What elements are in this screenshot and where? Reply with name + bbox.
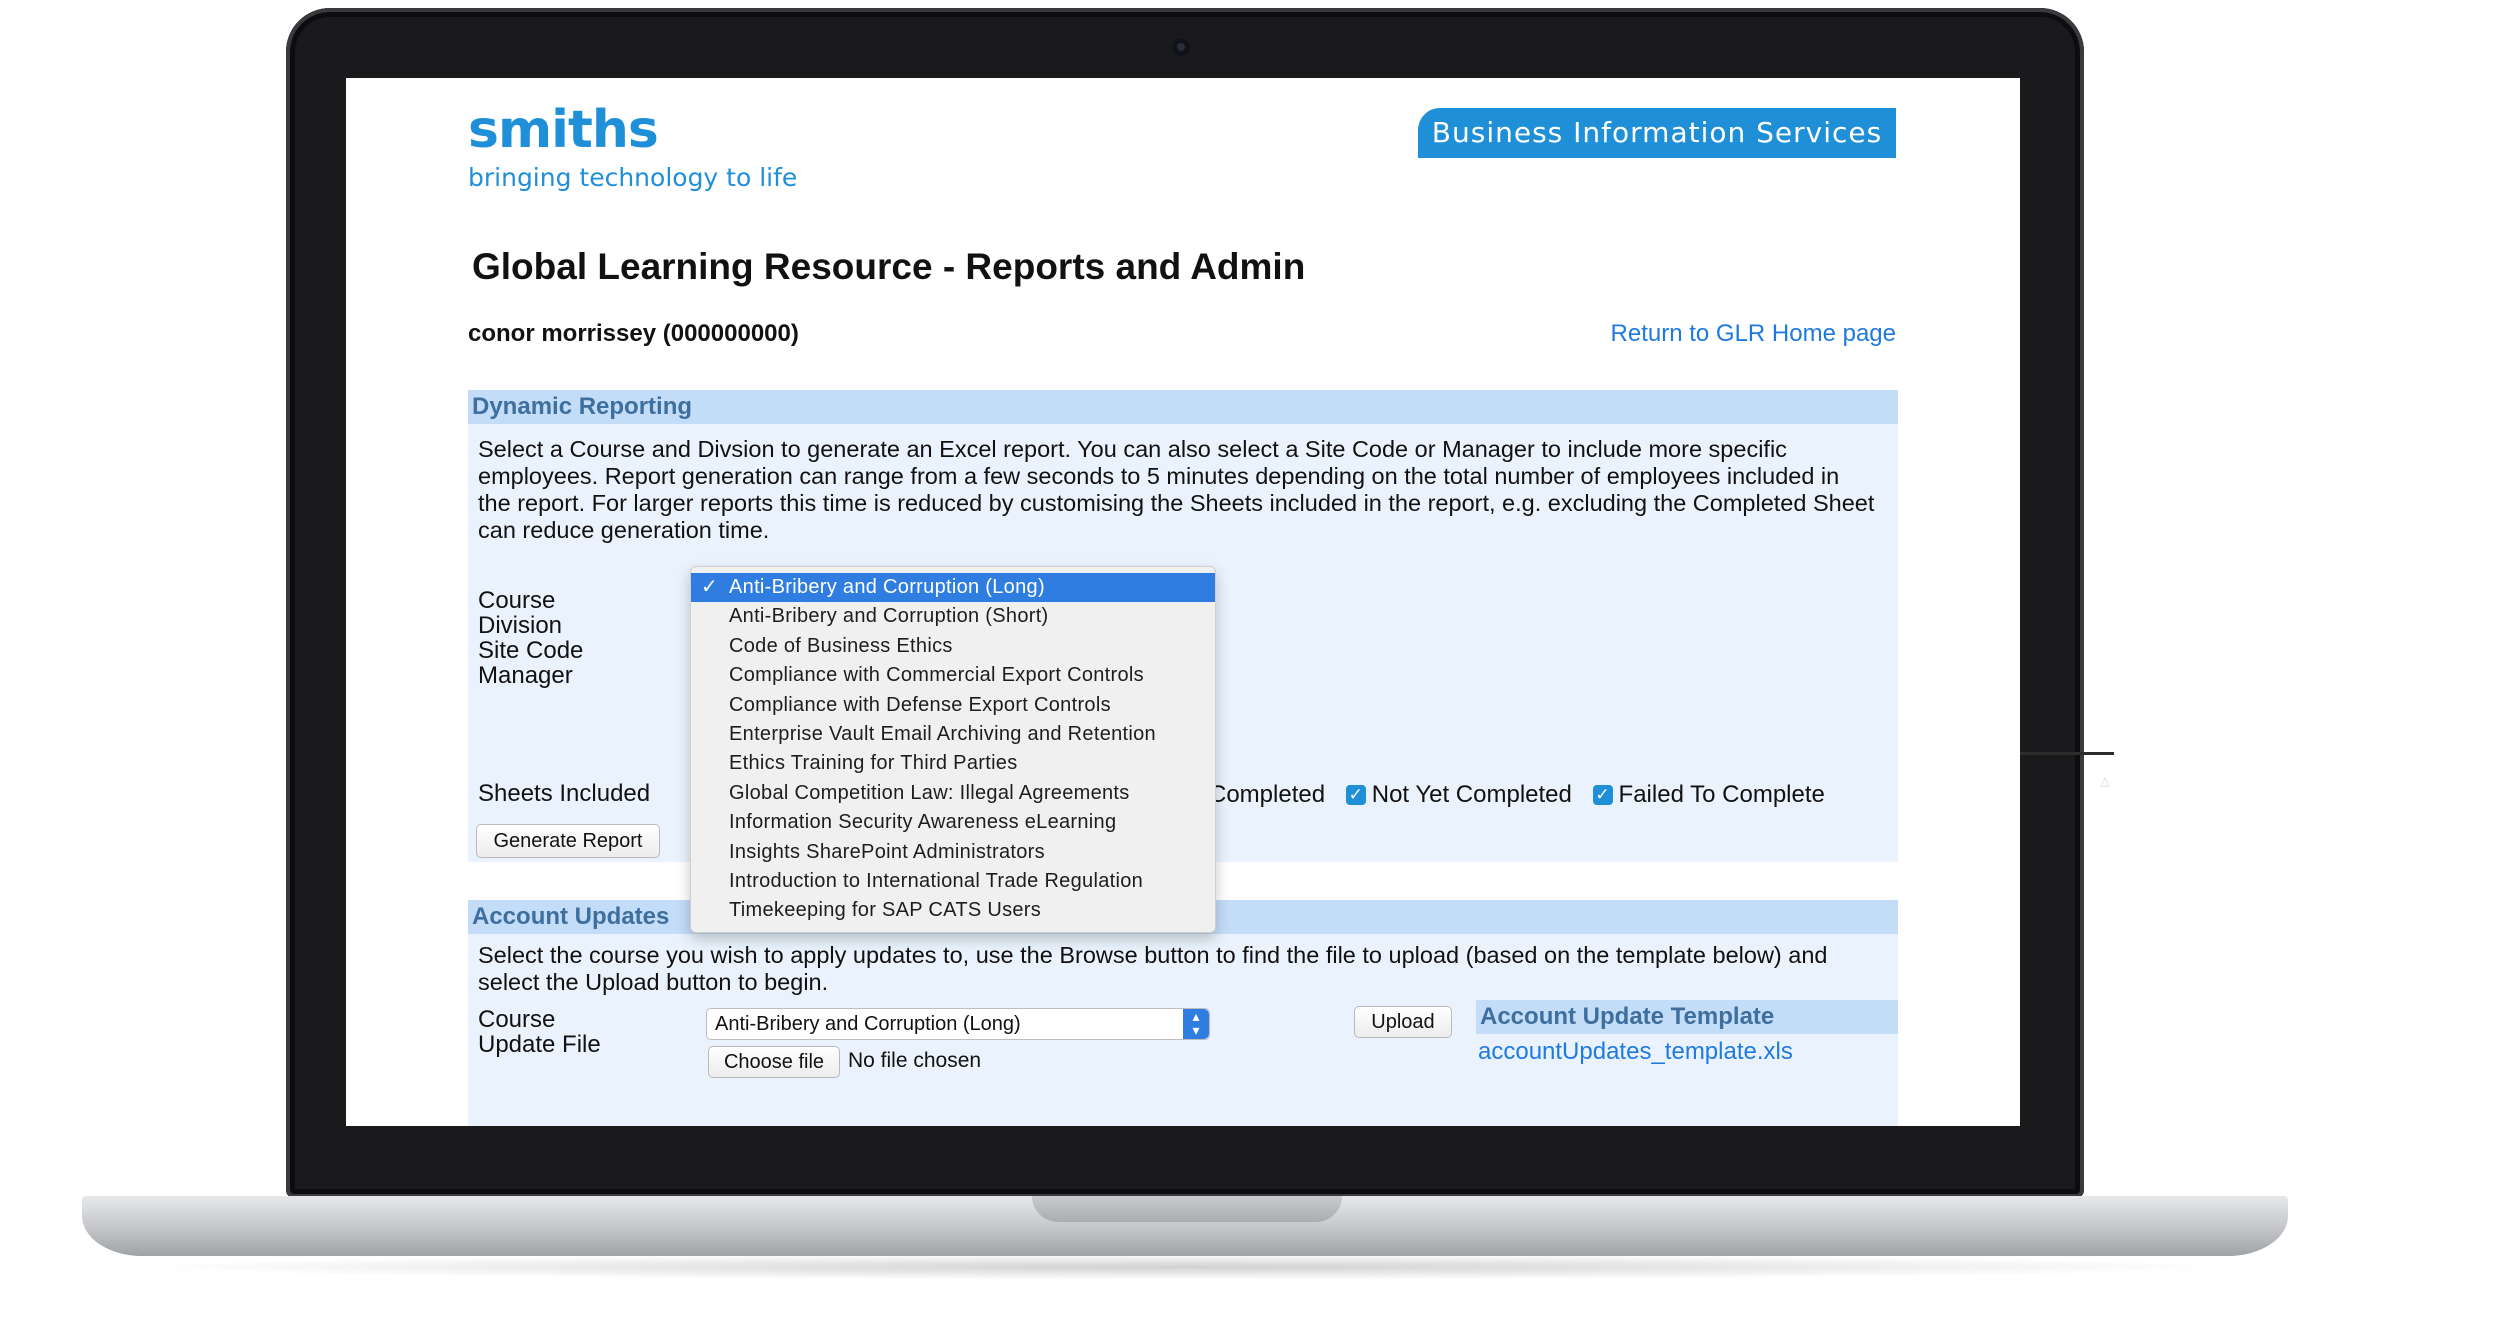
- course-option[interactable]: Enterprise Vault Email Archiving and Ret…: [691, 720, 1215, 749]
- home-link[interactable]: Return to GLR Home page: [1611, 320, 1896, 348]
- course-option-label: Code of Business Ethics: [729, 634, 953, 657]
- upload-button[interactable]: Upload: [1354, 1006, 1452, 1038]
- sheets-checkboxes: Completed ✓ Not Yet Completed ✓ Failed To …: [1209, 780, 1825, 809]
- course-option-label: Insights SharePoint Administrators: [729, 840, 1045, 863]
- course-dropdown-list[interactable]: ✓ Anti-Bribery and Corruption (Long) Anti-…: [690, 566, 1216, 933]
- course-option-label: Introduction to International Trade Regu…: [729, 869, 1144, 892]
- choose-file-button[interactable]: Choose file: [708, 1046, 840, 1078]
- logo-wordmark: smiths: [468, 100, 659, 160]
- course-option-label: Global Competition Law: Illegal Agreemen…: [729, 781, 1130, 804]
- course-option-label: Information Security Awareness eLearning: [729, 811, 1117, 834]
- camera-icon: [1172, 38, 1190, 56]
- callout-marker-icon: ▵: [2100, 770, 2111, 792]
- business-info-banner: Business Information Services: [1418, 108, 1896, 158]
- course-option[interactable]: Information Security Awareness eLearning: [691, 808, 1215, 837]
- smiths-logo: smiths bringing technology to life: [468, 100, 797, 194]
- course-option[interactable]: ✓ Anti-Bribery and Corruption (Long): [691, 573, 1215, 603]
- au-course-label: Course: [478, 1006, 556, 1033]
- generate-report-button[interactable]: Generate Report: [476, 824, 660, 858]
- update-file-label: Update File: [478, 1031, 601, 1058]
- user-name: conor morrissey (000000000): [468, 320, 799, 347]
- laptop-screen: smiths bringing technology to life Busin…: [346, 78, 2020, 1126]
- laptop-shadow: [120, 1254, 2250, 1280]
- course-option-label: Ethics Training for Third Parties: [729, 752, 1018, 775]
- sheet-failed-label: Failed To Complete: [1618, 780, 1825, 808]
- au-course-value: Anti-Bribery and Corruption (Long): [715, 1013, 1021, 1035]
- course-option[interactable]: Global Competition Law: Illegal Agreemen…: [691, 779, 1215, 808]
- check-icon: ✓: [701, 576, 719, 598]
- sheet-completed-label: Completed: [1209, 780, 1326, 808]
- course-option[interactable]: Anti-Bribery and Corruption (Short): [691, 602, 1215, 631]
- course-option[interactable]: Timekeeping for SAP CATS Users: [691, 896, 1215, 925]
- manager-label: Manager: [478, 662, 573, 689]
- division-label: Division: [478, 612, 563, 639]
- course-option[interactable]: Ethics Training for Third Parties: [691, 749, 1215, 778]
- sheet-not-yet-completed-label: Not Yet Completed: [1371, 780, 1572, 808]
- course-option-label: Anti-Bribery and Corruption (Long): [729, 576, 1045, 598]
- course-option[interactable]: Introduction to International Trade Regu…: [691, 867, 1215, 896]
- sheet-not-yet-completed-checkbox[interactable]: ✓: [1345, 784, 1366, 805]
- site-code-label: Site Code: [478, 637, 584, 664]
- course-option-label: Enterprise Vault Email Archiving and Ret…: [729, 722, 1156, 745]
- course-option-label: Compliance with Commercial Export Contro…: [729, 664, 1144, 687]
- select-arrow-icon: ▴ ▾: [1183, 1009, 1209, 1039]
- logo-tagline: bringing technology to life: [468, 163, 798, 192]
- course-option[interactable]: Insights SharePoint Administrators: [691, 838, 1215, 867]
- account-updates-panel: Account Updates Select the course you wi…: [468, 900, 1898, 1126]
- course-option-label: Anti-Bribery and Corruption (Short): [729, 605, 1049, 628]
- laptop-notch: [1032, 1196, 1342, 1222]
- template-link[interactable]: accountUpdates_template.xls: [1478, 1038, 1793, 1066]
- course-option[interactable]: Code of Business Ethics: [691, 632, 1215, 661]
- dynamic-reporting-heading: Dynamic Reporting: [468, 390, 1898, 424]
- account-updates-description: Select the course you wish to apply upda…: [478, 942, 1828, 995]
- au-course-select[interactable]: Anti-Bribery and Corruption (Long) ▴ ▾: [706, 1008, 1210, 1040]
- course-option[interactable]: Compliance with Commercial Export Contro…: [691, 661, 1215, 690]
- template-heading: Account Update Template: [1476, 1000, 1898, 1034]
- course-option-label: Timekeeping for SAP CATS Users: [729, 899, 1042, 922]
- check-icon: ✓: [1595, 784, 1610, 804]
- course-label: Course: [478, 587, 556, 614]
- course-option[interactable]: Compliance with Defense Export Controls: [691, 691, 1215, 720]
- no-file-text: No file chosen: [848, 1049, 982, 1072]
- sheets-label: Sheets Included: [478, 780, 651, 807]
- course-option-label: Compliance with Defense Export Controls: [729, 693, 1111, 716]
- sheet-failed-checkbox[interactable]: ✓: [1592, 784, 1613, 805]
- dynamic-reporting-description: Select a Course and Divsion to generate …: [478, 436, 1875, 543]
- page-title: Global Learning Resource - Reports and A…: [472, 246, 1306, 287]
- check-icon: ✓: [1348, 784, 1363, 804]
